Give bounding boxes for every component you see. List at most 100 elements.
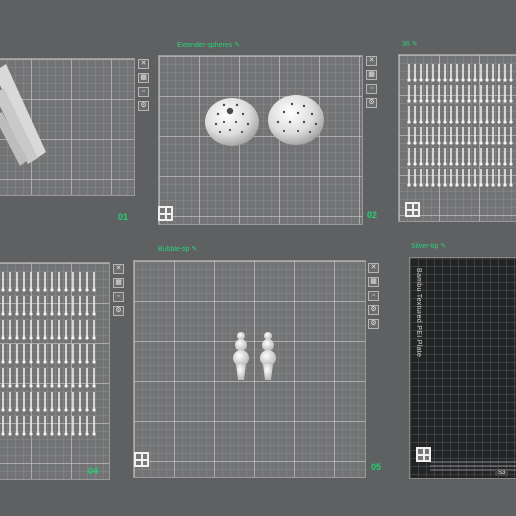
pin-model[interactable] <box>78 368 82 388</box>
pin-model[interactable] <box>1 368 5 388</box>
pin-model[interactable] <box>64 296 68 316</box>
plate-6[interactable] <box>409 257 516 479</box>
pin-model[interactable] <box>461 127 465 145</box>
pin-model[interactable] <box>15 344 19 364</box>
pin-model[interactable] <box>36 344 40 364</box>
pin-model[interactable] <box>85 344 89 364</box>
pin-model[interactable] <box>419 64 423 82</box>
pin-model[interactable] <box>22 344 26 364</box>
pin-model[interactable] <box>473 169 477 187</box>
pin-model[interactable] <box>425 127 429 145</box>
pin-model[interactable] <box>85 272 89 292</box>
pin-model[interactable] <box>8 320 12 340</box>
plate-2-models[interactable] <box>204 94 334 154</box>
settings-icon[interactable]: ⚙ <box>368 319 379 329</box>
gear-icon[interactable]: ⚙ <box>138 101 149 111</box>
pin-model[interactable] <box>43 296 47 316</box>
pin-model[interactable] <box>36 320 40 340</box>
pin-model[interactable] <box>437 106 441 124</box>
pin-model[interactable] <box>36 272 40 292</box>
pin-model[interactable] <box>43 344 47 364</box>
pin-model[interactable] <box>78 392 82 412</box>
close-icon[interactable]: ✕ <box>138 59 149 69</box>
pin-model[interactable] <box>455 64 459 82</box>
pin-model[interactable] <box>497 169 501 187</box>
pin-model[interactable] <box>71 344 75 364</box>
arrange-icon[interactable] <box>405 202 420 217</box>
pin-model[interactable] <box>449 127 453 145</box>
plate-3-name[interactable]: 36 ✎ <box>402 40 418 48</box>
pin-model[interactable] <box>467 64 471 82</box>
arrange-icon[interactable]: ▦ <box>113 278 124 288</box>
pin-model[interactable] <box>431 169 435 187</box>
pin-model[interactable] <box>479 127 483 145</box>
pin-model[interactable] <box>449 169 453 187</box>
pin-model[interactable] <box>36 416 40 436</box>
pencil-icon[interactable]: ✎ <box>412 41 418 48</box>
pin-model[interactable] <box>419 85 423 103</box>
pin-model[interactable] <box>1 320 5 340</box>
pin-model[interactable] <box>71 392 75 412</box>
pin-model[interactable] <box>485 148 489 166</box>
plate-4-models[interactable] <box>0 270 100 440</box>
pin-model[interactable] <box>57 368 61 388</box>
pin-model[interactable] <box>50 272 54 292</box>
pin-model[interactable] <box>491 85 495 103</box>
pin-model[interactable] <box>485 106 489 124</box>
pin-model[interactable] <box>64 320 68 340</box>
pin-model[interactable] <box>443 148 447 166</box>
pin-model[interactable] <box>455 148 459 166</box>
pin-model[interactable] <box>22 296 26 316</box>
pin-model[interactable] <box>22 392 26 412</box>
plate-3-models[interactable] <box>406 62 516 192</box>
pin-model[interactable] <box>50 392 54 412</box>
pin-model[interactable] <box>509 148 513 166</box>
pin-model[interactable] <box>57 296 61 316</box>
plate-5-name[interactable]: Bubble-tip ✎ <box>158 245 197 253</box>
pin-model[interactable] <box>64 392 68 412</box>
pin-model[interactable] <box>92 296 96 316</box>
pin-model[interactable] <box>485 64 489 82</box>
pin-model[interactable] <box>1 392 5 412</box>
pin-model[interactable] <box>71 272 75 292</box>
pin-model[interactable] <box>503 85 507 103</box>
pin-model[interactable] <box>455 127 459 145</box>
pin-model[interactable] <box>50 344 54 364</box>
pin-model[interactable] <box>1 272 5 292</box>
pin-model[interactable] <box>473 64 477 82</box>
pin-model[interactable] <box>43 320 47 340</box>
plate-6-name[interactable]: Silver-tip ✎ <box>411 242 446 250</box>
pin-model[interactable] <box>1 344 5 364</box>
plate-5-models[interactable] <box>228 330 288 390</box>
pin-model[interactable] <box>491 64 495 82</box>
pin-model[interactable] <box>407 127 411 145</box>
pin-model[interactable] <box>425 148 429 166</box>
pin-model[interactable] <box>473 127 477 145</box>
pin-model[interactable] <box>473 85 477 103</box>
pin-model[interactable] <box>503 64 507 82</box>
pin-model[interactable] <box>8 344 12 364</box>
pin-model[interactable] <box>503 106 507 124</box>
pin-model[interactable] <box>64 368 68 388</box>
pin-model[interactable] <box>461 148 465 166</box>
pin-model[interactable] <box>473 148 477 166</box>
pin-model[interactable] <box>431 106 435 124</box>
pin-model[interactable] <box>479 64 483 82</box>
pin-model[interactable] <box>22 416 26 436</box>
pin-model[interactable] <box>85 392 89 412</box>
pin-model[interactable] <box>485 127 489 145</box>
pin-model[interactable] <box>497 85 501 103</box>
pin-model[interactable] <box>419 169 423 187</box>
pin-model[interactable] <box>479 85 483 103</box>
pin-model[interactable] <box>71 296 75 316</box>
pin-model[interactable] <box>78 344 82 364</box>
pin-model[interactable] <box>485 169 489 187</box>
pin-model[interactable] <box>29 368 33 388</box>
close-icon[interactable]: ✕ <box>366 56 377 66</box>
pin-model[interactable] <box>57 344 61 364</box>
pin-model[interactable] <box>461 64 465 82</box>
pin-model[interactable] <box>29 344 33 364</box>
gear-icon[interactable]: ⚙ <box>113 306 124 316</box>
pin-model[interactable] <box>71 416 75 436</box>
pin-model[interactable] <box>491 148 495 166</box>
